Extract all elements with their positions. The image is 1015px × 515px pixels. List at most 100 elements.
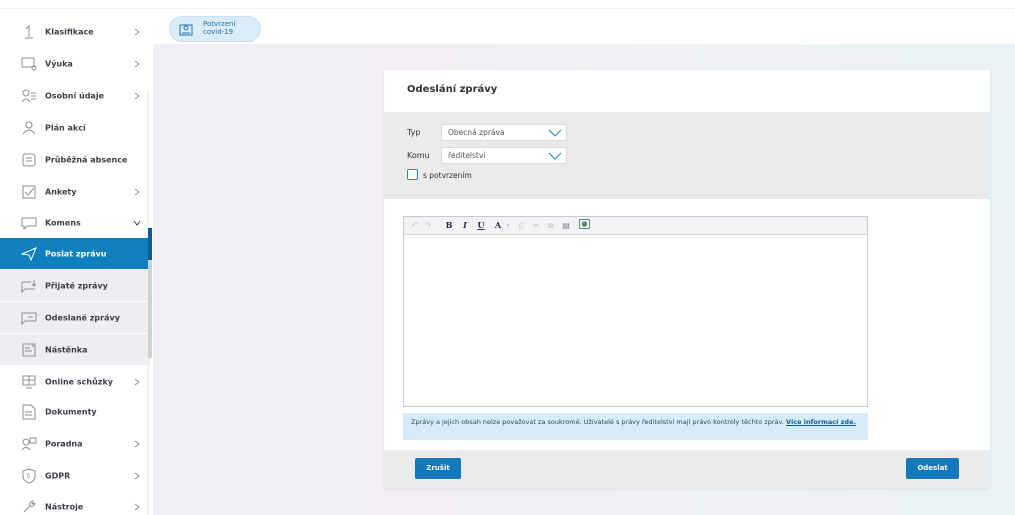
personal-data-icon: [21, 88, 37, 104]
sidebar-item-vyuka[interactable]: Výuka: [0, 48, 150, 79]
certificate-icon: [179, 22, 193, 36]
dialog-title: Odeslání zprávy: [407, 84, 498, 95]
sidebar-item-label: Výuka: [45, 59, 73, 68]
recipient-select[interactable]: ředitelství: [441, 147, 567, 164]
message-editor[interactable]: ↶ ↷ B I U A ▾ ▯ ✂ ⧉ ▤: [403, 216, 868, 407]
type-label: Typ: [407, 128, 421, 137]
submenu-indicator: [148, 228, 152, 358]
main-content: Potvrzení covid-19 Odeslání zprávy Typ O…: [153, 10, 1015, 515]
underline-button[interactable]: U: [476, 219, 486, 232]
chevron-right-icon: [133, 188, 141, 196]
main-header: Potvrzení covid-19: [153, 10, 1015, 44]
sidebar-item-poslat-zpravu[interactable]: Poslat zprávu: [0, 238, 150, 269]
sidebar-item-label: Ankety: [45, 187, 77, 196]
gdpr-icon: S: [21, 467, 37, 484]
sidebar-item-label: Poslat zprávu: [45, 249, 107, 258]
chevron-right-icon: [133, 60, 141, 68]
insert-image-icon[interactable]: [578, 219, 590, 232]
message-form: Typ Obecná zpráva Komu ředitelství s pot…: [384, 112, 990, 199]
cancel-button[interactable]: Zrušit: [415, 458, 461, 479]
privacy-notice-text: Zprávy a jejich obsah nelze považovat za…: [411, 418, 784, 426]
font-color-button[interactable]: A: [493, 219, 503, 232]
more-info-link[interactable]: Více informací zde.: [786, 418, 856, 426]
sidebar-item-osobni-udaje[interactable]: Osobní údaje: [0, 80, 150, 111]
people-icon: [21, 120, 37, 136]
sidebar-item-nastenka[interactable]: Nástěnka: [0, 334, 150, 365]
sidebar-item-poradna[interactable]: Poradna: [0, 428, 150, 459]
outbox-icon: [21, 310, 37, 326]
clear-format-icon[interactable]: ▯: [516, 219, 526, 232]
bold-button[interactable]: B: [444, 219, 454, 232]
top-bar: [0, 0, 1015, 9]
type-select[interactable]: Obecná zpráva: [441, 124, 567, 141]
sidebar-item-online-schuzky[interactable]: Online schůzky: [0, 366, 150, 397]
confirmation-label: s potvrzením: [423, 171, 472, 180]
sidebar-item-gdpr[interactable]: S GDPR: [0, 460, 150, 491]
covid-label-line2: covid-19: [203, 28, 234, 36]
checkbox-icon: [21, 184, 37, 200]
sidebar-item-label: GDPR: [45, 471, 71, 480]
number-one-icon: [21, 24, 37, 40]
sidebar-item-prijate-zpravy[interactable]: Přijaté zprávy: [0, 270, 150, 301]
copy-icon[interactable]: ⧉: [546, 219, 556, 232]
sidebar-item-prubezna-absence[interactable]: Průběžná absence: [0, 144, 150, 175]
covid-certificate-button[interactable]: Potvrzení covid-19: [169, 16, 261, 42]
type-select-value: Obecná zpráva: [448, 128, 505, 137]
sidebar-item-odeslane-zpravy[interactable]: Odeslané zprávy: [0, 302, 150, 333]
sidebar-item-label: Průběžná absence: [45, 155, 128, 164]
undo-icon[interactable]: ↶: [410, 219, 420, 232]
font-color-dropdown-icon[interactable]: ▾: [504, 219, 512, 232]
classroom-icon: [21, 56, 37, 72]
recipient-label: Komu: [407, 151, 430, 160]
chevron-down-icon: [133, 219, 141, 227]
chevron-right-icon: [133, 28, 141, 36]
chevron-down-icon: [548, 151, 562, 161]
send-button[interactable]: Odeslat: [906, 458, 959, 479]
sidebar-item-label: Poradna: [45, 439, 83, 448]
sidebar-item-label: Osobní údaje: [45, 91, 104, 100]
sidebar-item-label: Nástroje: [45, 502, 84, 511]
dialog-footer: Zrušit Odeslat: [384, 450, 990, 488]
paste-icon[interactable]: ▤: [561, 219, 571, 232]
chevron-right-icon: [133, 503, 141, 511]
sidebar: Klasifikace Výuka Osobní údaje Plán akcí…: [0, 10, 153, 515]
sidebar-item-klasifikace[interactable]: Klasifikace: [0, 16, 150, 47]
sidebar-item-label: Online schůzky: [45, 377, 113, 386]
sidebar-item-label: Nástěnka: [45, 345, 88, 354]
sidebar-item-label: Přijaté zprávy: [45, 281, 108, 290]
recipient-select-value: ředitelství: [448, 151, 486, 160]
redo-icon[interactable]: ↷: [423, 219, 433, 232]
sidebar-item-label: Klasifikace: [45, 27, 94, 36]
chevron-down-icon: [548, 128, 562, 138]
cut-icon[interactable]: ✂: [531, 219, 541, 232]
absence-icon: [21, 152, 37, 168]
italic-button[interactable]: I: [460, 219, 470, 232]
sidebar-item-nastroje[interactable]: Nástroje: [0, 491, 150, 515]
document-icon: [21, 404, 37, 420]
wrench-icon: [21, 499, 37, 515]
chevron-right-icon: [133, 440, 141, 448]
chevron-right-icon: [133, 378, 141, 386]
sidebar-item-label: Dokumenty: [45, 407, 97, 416]
chat-icon: [21, 215, 37, 231]
chevron-right-icon: [133, 92, 141, 100]
noticeboard-icon: [21, 342, 37, 358]
editor-toolbar: ↶ ↷ B I U A ▾ ▯ ✂ ⧉ ▤: [404, 217, 867, 235]
sidebar-item-label: Odeslané zprávy: [45, 313, 120, 322]
privacy-notice: Zprávy a jejich obsah nelze považovat za…: [403, 413, 868, 440]
chevron-right-icon: [133, 472, 141, 480]
send-icon: [21, 246, 37, 262]
covid-label-line1: Potvrzení: [203, 20, 236, 28]
svg-text:S: S: [27, 473, 31, 480]
inbox-icon: [21, 278, 37, 294]
send-message-dialog: Odeslání zprávy Typ Obecná zpráva Komu ř…: [384, 70, 990, 488]
sidebar-item-ankety[interactable]: Ankety: [0, 176, 150, 207]
sidebar-item-komens[interactable]: Komens: [0, 207, 150, 238]
sidebar-item-label: Komens: [45, 218, 81, 227]
sidebar-item-plan-akci[interactable]: Plán akcí: [0, 112, 150, 143]
counseling-icon: [21, 436, 37, 452]
meeting-icon: [21, 374, 37, 390]
sidebar-item-label: Plán akcí: [45, 123, 86, 132]
confirmation-checkbox[interactable]: [407, 169, 418, 180]
sidebar-item-dokumenty[interactable]: Dokumenty: [0, 396, 150, 427]
